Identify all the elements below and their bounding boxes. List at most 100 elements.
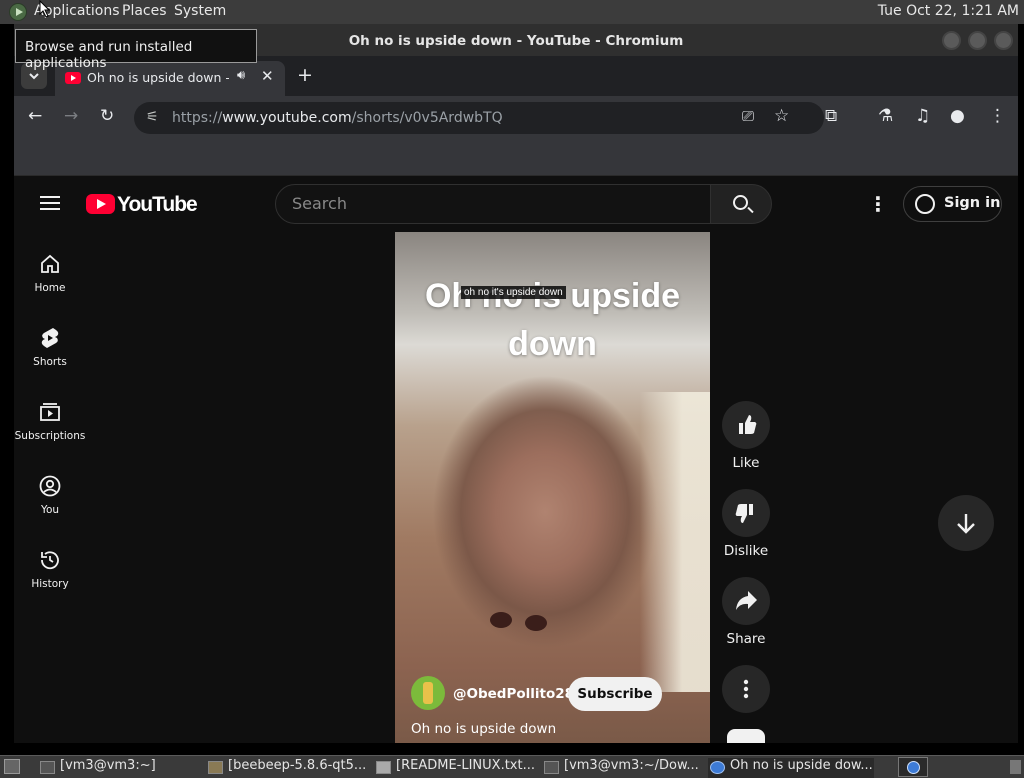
forward-icon[interactable]: → — [64, 106, 78, 126]
history-icon — [41, 551, 59, 570]
url-text[interactable]: https://www.youtube.com/shorts/v0v5Ardwb… — [172, 110, 503, 126]
folder-icon — [208, 761, 223, 774]
sound-pivot-button[interactable] — [722, 729, 770, 743]
show-desktop-icon[interactable] — [4, 759, 20, 774]
share-label: Share — [726, 631, 766, 647]
sign-in-button[interactable]: Sign in — [903, 186, 1002, 222]
more-vert-icon — [743, 679, 749, 699]
clock[interactable]: Tue Oct 22, 1:21 AM — [878, 3, 1019, 19]
close-tab-icon[interactable]: ✕ — [261, 67, 274, 85]
subscriptions-icon — [40, 403, 60, 421]
short-video-player[interactable]: Oh no is upside down oh no it's upside d… — [395, 232, 710, 743]
thumbs-down-icon — [735, 504, 753, 523]
sidebar-label: Home — [34, 282, 66, 294]
applications-tooltip: Browse and run installed applications — [15, 29, 257, 71]
arrow-down-icon — [957, 514, 975, 534]
bookmarks-bar — [14, 140, 1018, 176]
minimize-button[interactable] — [942, 31, 961, 50]
workspace-switcher[interactable] — [898, 757, 928, 777]
home-icon — [41, 254, 59, 273]
bookmark-star-icon[interactable]: ☆ — [774, 106, 789, 126]
terminal-icon — [544, 761, 559, 774]
shorts-icon — [41, 328, 59, 348]
dislike-label: Dislike — [723, 543, 769, 559]
text-editor-icon — [376, 761, 391, 774]
youtube-favicon-icon — [65, 72, 81, 84]
reload-icon[interactable]: ↻ — [100, 106, 114, 126]
browser-toolbar: ← → ↻ ⚟ https://www.youtube.com/shorts/v… — [14, 96, 1018, 140]
taskbar-item-terminal[interactable]: [vm3@vm3:~] — [38, 758, 198, 778]
settings-more-icon[interactable]: ⋮ — [868, 192, 888, 216]
sidebar-item-history[interactable]: History — [14, 548, 86, 590]
applications-menu-icon[interactable] — [9, 3, 27, 21]
taskbar-label: [README-LINUX.txt... — [396, 758, 535, 773]
search-input[interactable] — [292, 194, 692, 213]
youtube-logo-text: YouTube — [117, 193, 198, 216]
sidebar-label: You — [40, 504, 60, 516]
sidebar-label: History — [31, 578, 69, 590]
sidebar-label: Subscriptions — [14, 430, 86, 442]
audio-playing-icon[interactable]: 🔊︎ — [237, 68, 245, 83]
you-icon — [39, 475, 61, 497]
sidebar-label: Shorts — [33, 356, 67, 368]
site-info-icon[interactable]: ⚟ — [146, 109, 159, 125]
like-label: Like — [732, 455, 760, 471]
address-bar[interactable]: ⚟ https://www.youtube.com/shorts/v0v5Ard… — [134, 102, 824, 134]
taskbar-label: [beebeep-5.8.6-qt5... — [228, 758, 367, 773]
share-button[interactable]: Share — [722, 577, 770, 647]
share-arrow-icon — [736, 591, 757, 610]
taskbar-item-editor[interactable]: [README-LINUX.txt... — [374, 758, 536, 778]
new-tab-button[interactable]: + — [297, 64, 313, 86]
video-frame-detail — [525, 615, 547, 631]
install-app-icon[interactable]: ⎚ — [742, 107, 754, 125]
video-description[interactable]: Oh no is upside down — [411, 721, 556, 737]
taskbar-item-terminal-2[interactable]: [vm3@vm3:~/Dow... — [542, 758, 702, 778]
video-frame-detail — [490, 612, 512, 628]
sidebar-item-home[interactable]: Home — [14, 252, 86, 294]
sidebar-item-you[interactable]: You — [14, 474, 86, 516]
maximize-button[interactable] — [968, 31, 987, 50]
extensions-icon[interactable]: ⧉ — [825, 106, 837, 126]
sign-in-label: Sign in — [944, 195, 1001, 211]
hamburger-menu-icon[interactable] — [40, 196, 60, 210]
chromium-icon — [907, 761, 920, 774]
dislike-button[interactable]: Dislike — [722, 489, 770, 559]
channel-name[interactable]: @ObedPollito285 — [453, 686, 583, 702]
places-menu[interactable]: Places — [122, 3, 167, 19]
taskbar-item-folder[interactable]: [beebeep-5.8.6-qt5... — [206, 758, 368, 778]
taskbar-label: [vm3@vm3:~] — [60, 758, 156, 773]
chromium-icon — [710, 761, 725, 774]
more-actions-button[interactable] — [722, 665, 770, 713]
thumbs-up-icon — [739, 415, 757, 434]
back-icon[interactable]: ← — [28, 106, 42, 126]
taskbar-item-chromium[interactable]: Oh no is upside dow... — [708, 758, 874, 778]
mouse-pointer-icon — [39, 0, 51, 18]
close-window-button[interactable] — [994, 31, 1013, 50]
next-short-button[interactable] — [938, 495, 994, 551]
sidebar-item-shorts[interactable]: Shorts — [14, 326, 86, 368]
search-box[interactable] — [275, 184, 711, 224]
chevron-down-icon — [29, 73, 39, 80]
sidebar-item-subscriptions[interactable]: Subscriptions — [14, 400, 86, 442]
top-panel: Applications Places System Tue Oct 22, 1… — [0, 0, 1024, 24]
youtube-page: YouTube ⋮ Sign in Home Shorts Subscripti… — [14, 176, 1018, 743]
video-caption: oh no it's upside down — [461, 286, 566, 299]
system-menu[interactable]: System — [174, 3, 226, 19]
youtube-play-icon — [86, 194, 115, 214]
terminal-icon — [40, 761, 55, 774]
trash-icon[interactable] — [1010, 760, 1021, 774]
media-controls-icon[interactable]: ♫ — [915, 106, 930, 126]
chrome-menu-icon[interactable]: ⋮ — [989, 106, 1006, 126]
like-button[interactable]: Like — [722, 401, 770, 471]
video-background — [640, 392, 710, 692]
labs-flask-icon[interactable]: ⚗ — [878, 106, 893, 126]
tab-title: Oh no is upside down - YouTube — [87, 70, 229, 85]
subscribe-button[interactable]: Subscribe — [568, 677, 662, 711]
search-icon — [733, 195, 748, 210]
search-button[interactable] — [710, 184, 772, 224]
channel-avatar[interactable] — [411, 676, 445, 710]
taskbar-label: Oh no is upside dow... — [730, 758, 873, 773]
profile-icon[interactable]: ● — [950, 106, 965, 126]
taskbar: [vm3@vm3:~] [beebeep-5.8.6-qt5... [READM… — [0, 755, 1024, 778]
account-icon — [915, 194, 935, 214]
